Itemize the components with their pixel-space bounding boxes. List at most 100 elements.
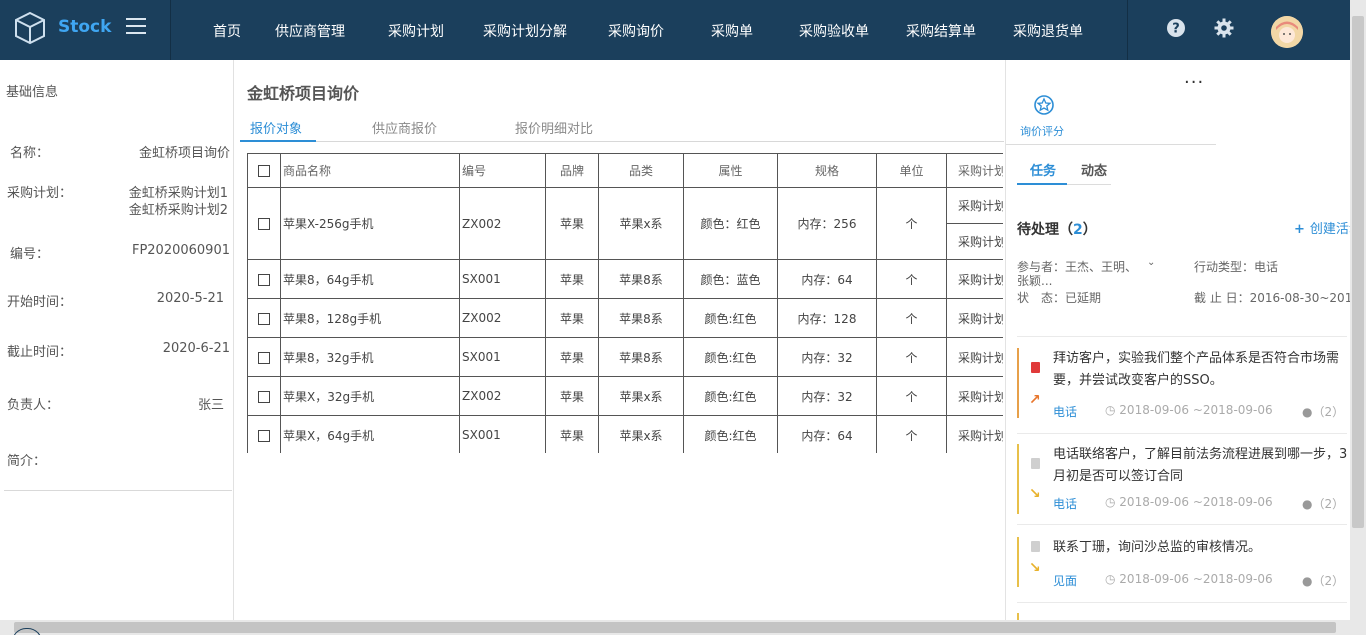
nav-item-home[interactable]: 首页 bbox=[213, 21, 241, 41]
row-select-cell[interactable] bbox=[247, 337, 281, 377]
tab-activity[interactable]: 动态 bbox=[1081, 160, 1107, 179]
task-time: ◷ 2018-09-06 ~2018-09-06 bbox=[1105, 495, 1273, 509]
row-checkbox[interactable] bbox=[258, 218, 270, 230]
table-row[interactable]: 苹果8，32g手机 SX001 苹果 苹果8系 颜色:红色 内存：32 个 采购… bbox=[247, 337, 1003, 377]
plus-icon: + bbox=[1294, 222, 1305, 237]
row-checkbox[interactable] bbox=[258, 390, 270, 403]
cell-plan[interactable]: 采购计划 bbox=[946, 415, 1003, 453]
column-header: 规格 bbox=[777, 153, 877, 188]
task-item[interactable]: 电话联络客户，了解目前法务流程进展到哪一步，3月初是否可以签订合同 ↘ 电话 ◷… bbox=[1017, 444, 1350, 522]
field-value-end: 2020-6-21 bbox=[162, 341, 230, 356]
table-row[interactable]: 苹果X，32g手机 ZX002 苹果 苹果x系 颜色:红色 内存：32 个 采购… bbox=[247, 376, 1003, 416]
cell-plan[interactable]: 采购计划 bbox=[946, 298, 1003, 338]
task-type-link[interactable]: 电话 bbox=[1053, 495, 1077, 512]
more-options-icon[interactable]: ··· bbox=[1184, 72, 1204, 93]
quote-table-container: 商品名称 编号 品牌 品类 属性 规格 单位 采购计划 苹果X-256g手机 Z… bbox=[247, 153, 1003, 453]
select-all-checkbox[interactable] bbox=[258, 165, 270, 177]
row-checkbox[interactable] bbox=[258, 429, 270, 442]
rating-label[interactable]: 询价评分 bbox=[1020, 123, 1064, 139]
table-row[interactable]: 苹果X，64g手机 SX001 苹果 苹果x系 颜色:红色 内存：64 个 采购… bbox=[247, 415, 1003, 453]
task-status-icon bbox=[1031, 458, 1040, 469]
task-item[interactable]: 联系丁珊，询问沙总监的审核情况。 ↘ 见面 ◷ 2018-09-06 ~2018… bbox=[1017, 537, 1350, 597]
create-activity-button[interactable]: + 创建活动 bbox=[1294, 218, 1350, 237]
row-checkbox[interactable] bbox=[258, 351, 270, 364]
comment-icon: ● bbox=[1302, 405, 1313, 419]
nav-item-purchase-plan[interactable]: 采购计划 bbox=[388, 21, 444, 41]
cell-attribute: 颜色:红色 bbox=[683, 298, 778, 338]
row-checkbox[interactable] bbox=[258, 273, 270, 286]
table-row[interactable]: 苹果X-256g手机 ZX002 苹果 苹果x系 颜色：红色 内存：256 个 … bbox=[247, 187, 1003, 260]
row-select-cell[interactable] bbox=[247, 376, 281, 416]
row-select-cell[interactable] bbox=[247, 187, 281, 260]
vertical-scrollbar[interactable] bbox=[1350, 0, 1366, 620]
chevron-down-icon[interactable]: ⌄ bbox=[1147, 257, 1155, 268]
cell-unit: 个 bbox=[876, 298, 947, 338]
nav-item-return[interactable]: 采购退货单 bbox=[1013, 21, 1083, 41]
cell-plan[interactable]: 采购计划 bbox=[946, 337, 1003, 377]
tab-quote-target[interactable]: 报价对象 bbox=[250, 118, 302, 137]
nav-item-purchase-order[interactable]: 采购单 bbox=[711, 21, 753, 41]
priority-down-arrow-icon: ↘ bbox=[1029, 560, 1041, 576]
row-checkbox[interactable] bbox=[258, 312, 270, 325]
vertical-scroll-thumb[interactable] bbox=[1352, 16, 1364, 528]
task-priority-bar bbox=[1017, 348, 1019, 418]
row-select-cell[interactable] bbox=[247, 415, 281, 453]
nav-divider bbox=[1127, 0, 1128, 60]
comment-icon: ● bbox=[1302, 574, 1313, 588]
tab-quote-compare[interactable]: 报价明细对比 bbox=[515, 118, 593, 137]
nav-item-supplier[interactable]: 供应商管理 bbox=[275, 21, 345, 41]
cube-logo-icon[interactable] bbox=[12, 10, 48, 46]
cell-brand: 苹果 bbox=[545, 376, 599, 416]
column-header: 品牌 bbox=[545, 153, 599, 188]
priority-up-arrow-icon: ↗ bbox=[1029, 392, 1041, 408]
task-time-text: 2018-09-06 ~2018-09-06 bbox=[1119, 572, 1273, 586]
task-priority-bar bbox=[1017, 444, 1019, 514]
cell-plan[interactable]: 采购计划 bbox=[946, 223, 1003, 260]
nav-item-inquiry[interactable]: 采购询价 bbox=[608, 21, 664, 41]
comment-count: （2） bbox=[1312, 574, 1345, 588]
star-rating-icon[interactable] bbox=[1033, 94, 1055, 116]
comment-icon: ● bbox=[1302, 497, 1313, 511]
clock-icon: ◷ bbox=[1105, 403, 1120, 417]
avatar-face-icon bbox=[1271, 16, 1303, 48]
help-icon[interactable]: ? bbox=[1165, 17, 1187, 39]
select-all-cell[interactable] bbox=[247, 153, 281, 188]
divider bbox=[1006, 144, 1216, 145]
tab-supplier-quote[interactable]: 供应商报价 bbox=[372, 118, 437, 137]
gear-icon[interactable] bbox=[1213, 17, 1235, 39]
cell-unit: 个 bbox=[876, 415, 947, 453]
cell-spec: 内存：128 bbox=[777, 298, 877, 338]
row-select-cell[interactable] bbox=[247, 259, 281, 299]
pending-title: 待处理（2） bbox=[1017, 219, 1097, 239]
cell-unit: 个 bbox=[876, 337, 947, 377]
nav-item-settlement[interactable]: 采购结算单 bbox=[906, 21, 976, 41]
row-select-cell[interactable] bbox=[247, 298, 281, 338]
nav-item-plan-breakdown[interactable]: 采购计划分解 bbox=[483, 21, 567, 41]
cell-plan[interactable]: 采购计划 bbox=[946, 259, 1003, 299]
cell-category: 苹果8系 bbox=[598, 298, 684, 338]
menu-toggle-icon[interactable] bbox=[126, 18, 146, 34]
pending-label: 待处理（ bbox=[1017, 222, 1073, 238]
field-label-code: 编号： bbox=[10, 247, 50, 262]
task-text: 拜访客户，实验我们整个产品体系是否符合市场需要，并尝试改变客户的SSO。 bbox=[1053, 351, 1340, 388]
cell-plan[interactable]: 采购计划 bbox=[946, 376, 1003, 416]
task-type-link[interactable]: 见面 bbox=[1053, 572, 1077, 589]
active-tab-indicator bbox=[240, 140, 316, 142]
brand-name[interactable]: Stock bbox=[58, 17, 111, 37]
cell-brand: 苹果 bbox=[545, 337, 599, 377]
task-comments[interactable]: ●（2） bbox=[1302, 572, 1344, 589]
tab-tasks[interactable]: 任务 bbox=[1030, 160, 1056, 179]
task-type-link[interactable]: 电话 bbox=[1053, 403, 1077, 420]
nav-divider bbox=[170, 0, 171, 60]
task-comments[interactable]: ●（2） bbox=[1302, 495, 1344, 512]
table-row[interactable]: 苹果8，128g手机 ZX002 苹果 苹果8系 颜色:红色 内存：128 个 … bbox=[247, 298, 1003, 338]
user-avatar[interactable] bbox=[1271, 16, 1303, 48]
task-item[interactable]: 拜访客户，实验我们整个产品体系是否符合市场需要，并尝试改变客户的SSO。 ↗ 电… bbox=[1017, 348, 1350, 426]
task-comments[interactable]: ●（2） bbox=[1302, 403, 1344, 420]
horizontal-scrollbar[interactable] bbox=[0, 620, 1366, 635]
nav-item-acceptance[interactable]: 采购验收单 bbox=[799, 21, 869, 41]
cell-plan[interactable]: 采购计划 bbox=[946, 187, 1003, 224]
horizontal-scroll-thumb[interactable] bbox=[14, 622, 1336, 633]
table-row[interactable]: 苹果8，64g手机 SX001 苹果 苹果8系 颜色：蓝色 内存：64 个 采购… bbox=[247, 259, 1003, 299]
cell-attribute: 颜色:红色 bbox=[683, 415, 778, 453]
